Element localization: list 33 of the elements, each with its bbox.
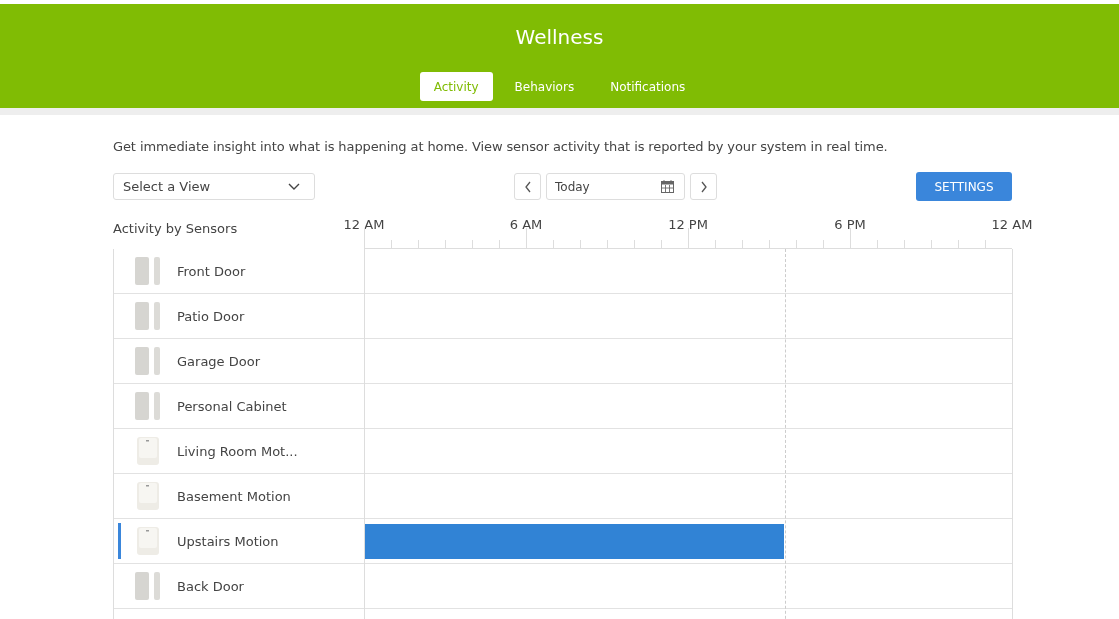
sensor-name[interactable]: Garage Door [177, 353, 260, 369]
hour-label: 6 AM [509, 217, 543, 232]
chevron-down-icon [288, 182, 300, 191]
door-sensor-icon [134, 256, 162, 286]
previous-day-button[interactable] [514, 173, 541, 200]
sensor-name[interactable]: Basement Motion [177, 488, 291, 504]
chevron-right-icon [699, 180, 708, 193]
door-sensor-icon [134, 391, 162, 421]
motion-sensor-icon [134, 481, 162, 511]
sensor-name[interactable]: Living Room Mot... [177, 443, 298, 459]
view-dropdown[interactable]: Select a View [113, 173, 315, 200]
door-sensor-icon [134, 301, 162, 331]
chevron-left-icon [523, 180, 532, 193]
date-field[interactable]: Today [546, 173, 685, 200]
column-heading: Activity by Sensors [113, 221, 238, 236]
sensor-name[interactable]: Patio Door [177, 308, 245, 324]
motion-sensor-icon [134, 526, 162, 556]
description-text: Get immediate insight into what is happening at home. View sensor activity that is reported by your system in real time. [113, 139, 889, 155]
sensor-name[interactable]: Front Door [177, 263, 246, 279]
hour-label: 12 PM [668, 217, 708, 232]
hour-label: 6 PM [834, 217, 866, 232]
motion-sensor-icon [134, 436, 162, 466]
page-title: Wellness [515, 25, 604, 51]
sensor-name[interactable]: Back Door [177, 578, 244, 594]
next-day-button[interactable] [690, 173, 717, 200]
door-sensor-icon [134, 571, 162, 601]
hour-label: 12 AM [991, 217, 1033, 232]
hour-label: 12 AM [343, 217, 385, 232]
calendar-icon [661, 180, 674, 193]
sensor-name[interactable]: Upstairs Motion [177, 533, 279, 549]
sensor-name[interactable]: Personal Cabinet [177, 398, 287, 414]
door-sensor-icon [134, 346, 162, 376]
settings-button[interactable]: SETTINGS [916, 172, 1012, 201]
